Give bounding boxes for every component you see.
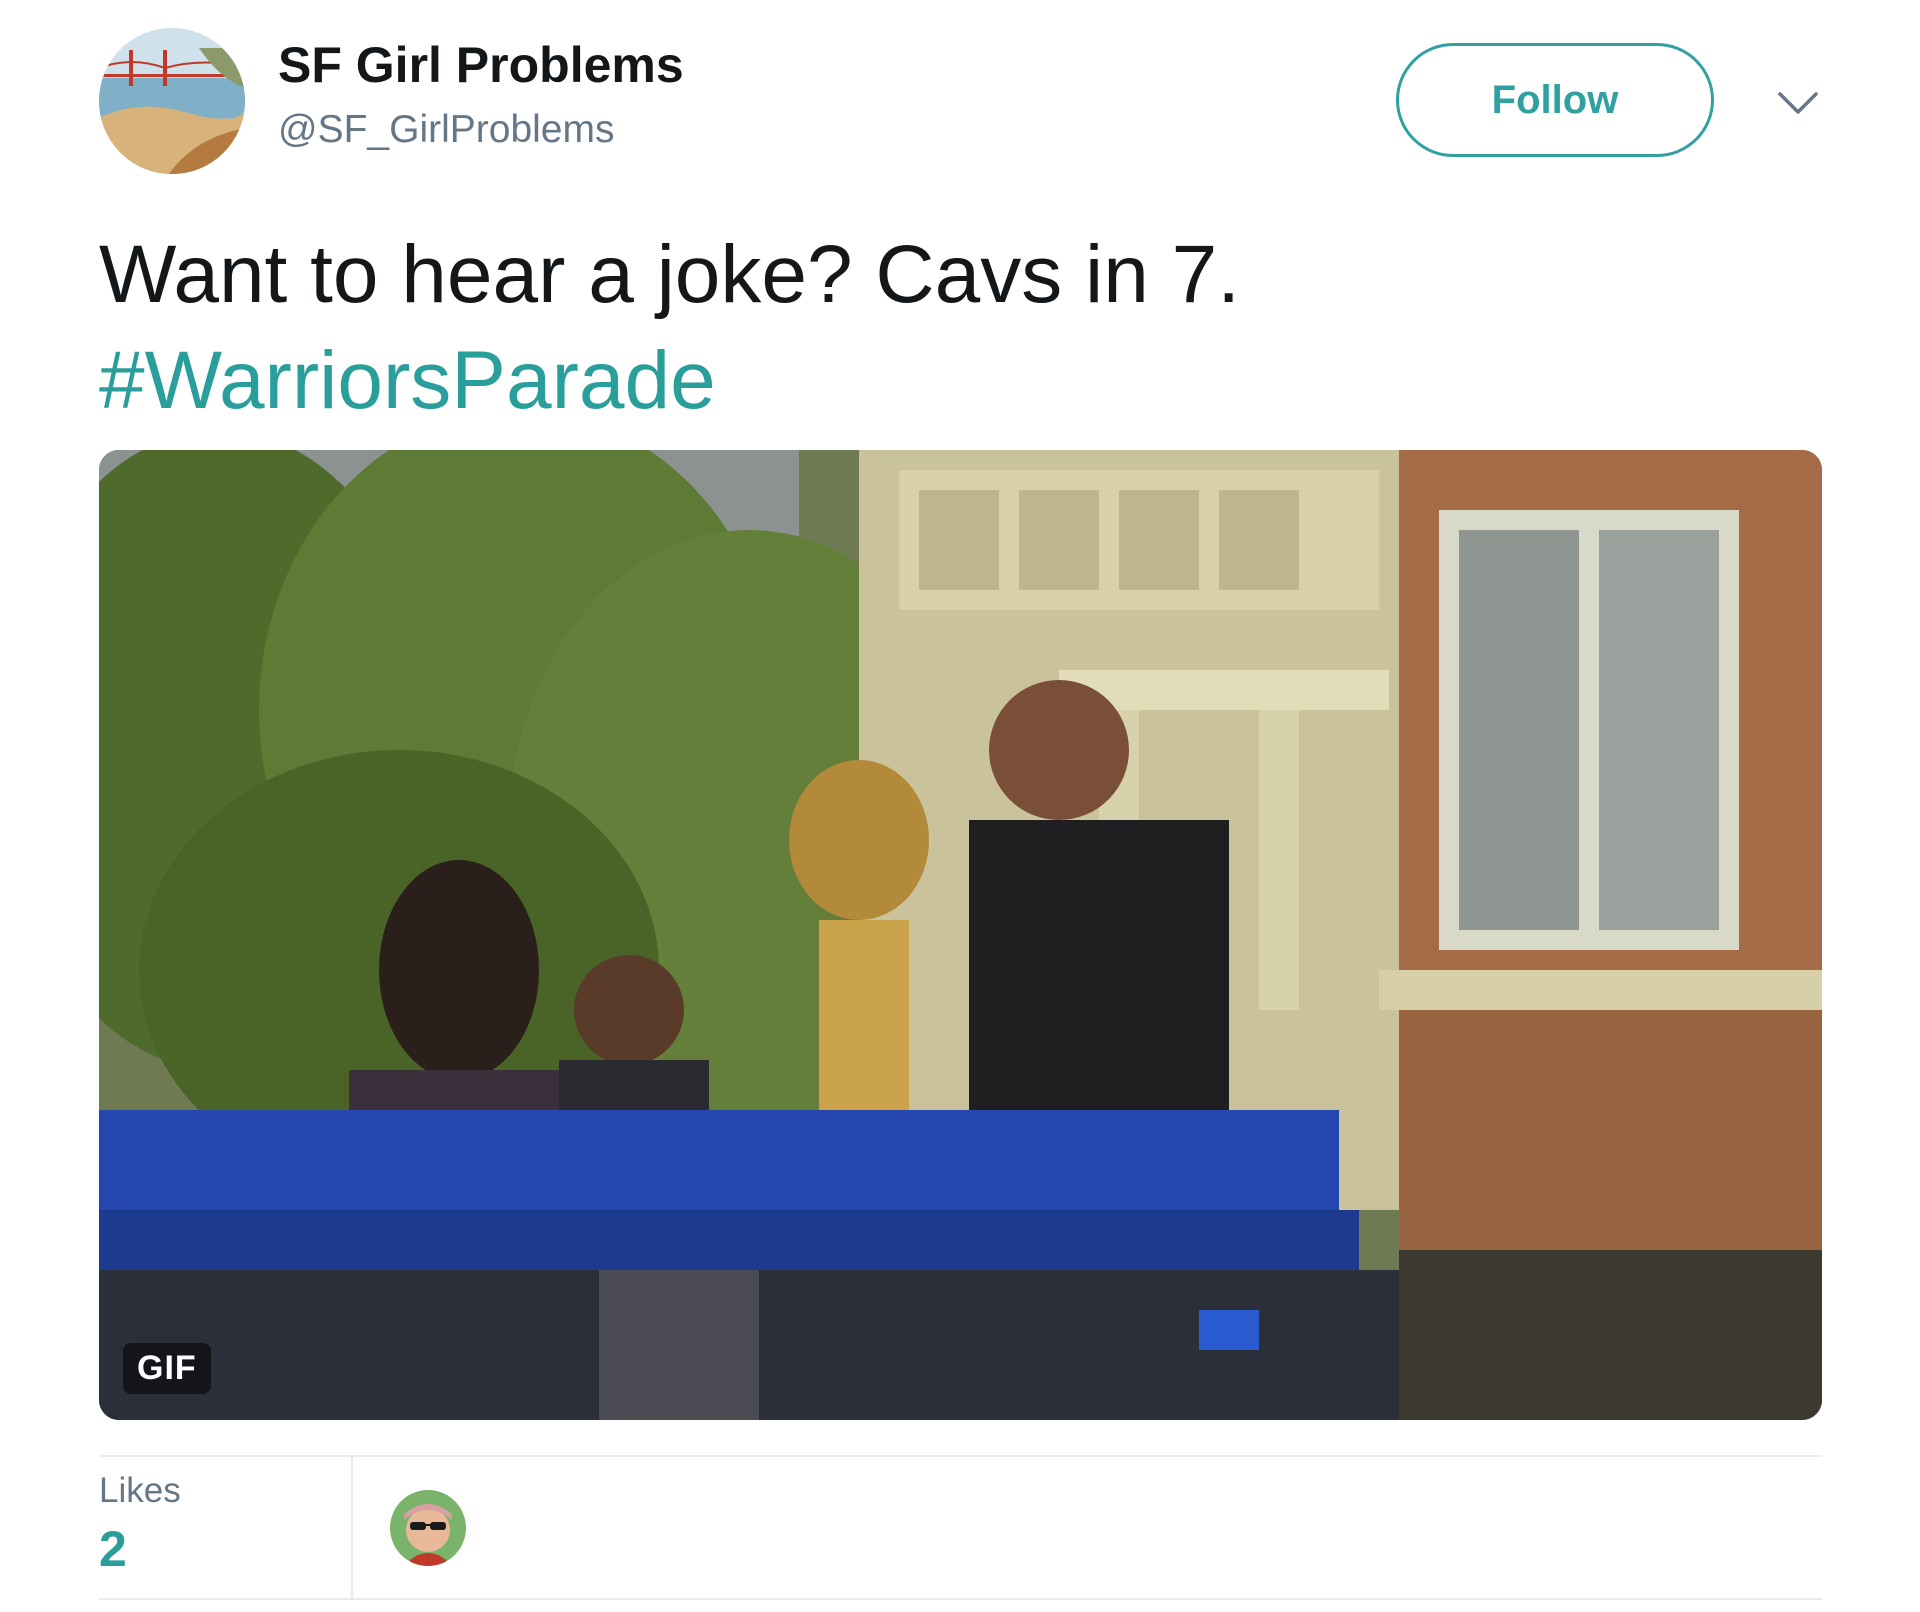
- parade-scene-image: [99, 450, 1822, 1420]
- golden-gate-beach-avatar-icon: [99, 28, 245, 174]
- author-avatar[interactable]: [99, 28, 245, 174]
- gif-media[interactable]: GIF: [99, 450, 1822, 1420]
- stats-divider-top: [99, 1455, 1822, 1457]
- author-display-name[interactable]: SF Girl Problems: [278, 36, 684, 94]
- tweet-text: Want to hear a joke? Cavs in 7.: [99, 229, 1240, 320]
- author-handle[interactable]: @SF_GirlProblems: [278, 108, 615, 152]
- hashtag-link[interactable]: #WarriorsParade: [99, 328, 716, 434]
- user-avatar-icon: [390, 1490, 466, 1566]
- liker-avatar[interactable]: [390, 1490, 466, 1566]
- gif-badge: GIF: [123, 1343, 211, 1394]
- follow-button[interactable]: Follow: [1396, 43, 1714, 157]
- likes-count[interactable]: 2: [99, 1520, 127, 1578]
- chevron-down-icon[interactable]: [1776, 88, 1820, 118]
- tweet-card: SF Girl Problems @SF_GirlProblems Follow…: [0, 0, 1920, 1612]
- likes-label: Likes: [99, 1471, 181, 1510]
- stats-divider-bottom: [99, 1598, 1822, 1600]
- stats-divider-vertical: [351, 1457, 353, 1598]
